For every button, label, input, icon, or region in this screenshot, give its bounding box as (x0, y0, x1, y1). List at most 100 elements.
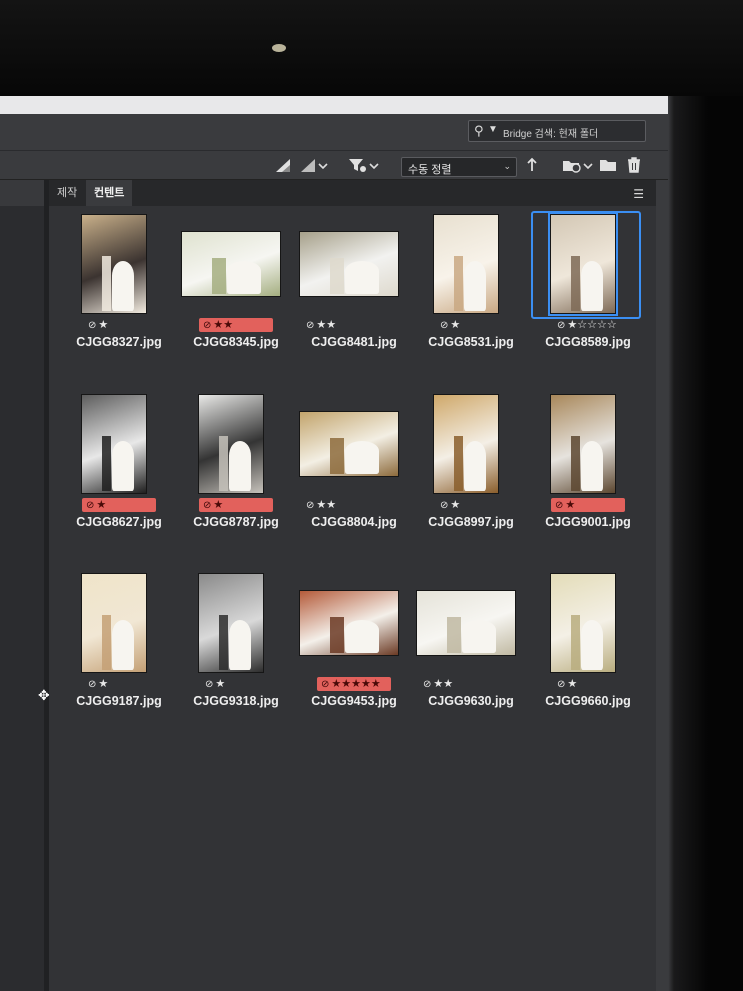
photo-figure (580, 620, 604, 670)
thumbnail-item[interactable]: ⊘ ★★ CJGG8804.jpg (299, 394, 409, 564)
search-input[interactable]: ⚲ ▼ Bridge 검색: 현재 폴더 (468, 120, 646, 142)
star-rating[interactable]: ★ (450, 499, 460, 511)
file-name: CJGG9630.jpg (428, 694, 514, 708)
reject-icon[interactable]: ⊘ (440, 320, 448, 331)
reject-icon[interactable]: ⊘ (203, 320, 211, 331)
reject-icon[interactable]: ⊘ (88, 320, 96, 331)
photo-figure (570, 436, 581, 491)
thumbnail-item[interactable]: ⊘ ★★ CJGG9630.jpg (416, 573, 526, 743)
thumbnail-item[interactable]: ⊘ ★★★★★ CJGG9453.jpg (299, 573, 409, 743)
thumbnail-quality-icon[interactable] (274, 157, 292, 177)
view-options-icon[interactable] (300, 157, 328, 177)
star-rating[interactable]: ★ (567, 678, 577, 690)
thumbnail-image[interactable] (550, 573, 616, 673)
webcam (272, 44, 286, 52)
thumbnail-image[interactable] (81, 573, 147, 673)
star-rating[interactable]: ★★ (213, 319, 233, 331)
star-rating[interactable]: ★ (215, 678, 225, 690)
thumbnail-image[interactable] (299, 590, 399, 656)
chevron-down-icon[interactable]: ▼ (488, 124, 498, 135)
tab-production[interactable]: 제작 (49, 180, 85, 206)
rating-stars[interactable]: ⊘ ★ (82, 498, 156, 512)
rating-stars[interactable]: ⊘ ★★ (306, 498, 336, 512)
sort-select[interactable]: 수동 정렬 ⌄ (401, 157, 517, 177)
search-icon[interactable]: ⚲ (474, 123, 484, 139)
thumbnail-item[interactable]: ⊘ ★★ CJGG8481.jpg (299, 214, 409, 384)
star-rating[interactable]: ★ (565, 499, 575, 511)
thumbnail-item[interactable]: ⊘ ★ CJGG9001.jpg (533, 394, 643, 564)
file-name: CJGG8481.jpg (311, 335, 397, 349)
file-name: CJGG9453.jpg (311, 694, 397, 708)
rating-stars[interactable]: ⊘ ★ (88, 677, 108, 691)
thumbnail-image[interactable] (550, 394, 616, 494)
thumbnail-image[interactable] (198, 394, 264, 494)
scrollbar-track[interactable] (656, 180, 668, 991)
thumbnail-image[interactable] (548, 212, 618, 316)
folder-icon[interactable] (599, 157, 617, 177)
thumbnail-item[interactable]: ⊘ ★ CJGG8627.jpg (64, 394, 174, 564)
thumbnail-image[interactable] (299, 231, 399, 297)
rating-stars[interactable]: ⊘ ★★ (306, 318, 336, 332)
thumbnail-image[interactable] (416, 590, 516, 656)
reject-icon[interactable]: ⊘ (86, 500, 94, 511)
tab-content[interactable]: 컨텐트 (86, 180, 133, 206)
thumbnail-image[interactable] (81, 214, 147, 314)
thumbnail-item[interactable]: ⊘ ★ CJGG8327.jpg (64, 214, 174, 384)
rating-stars[interactable]: ⊘ ★★ (199, 318, 273, 332)
rating-stars[interactable]: ⊘ ★ (551, 498, 625, 512)
photo-figure (463, 261, 487, 311)
star-rating[interactable]: ★ (98, 319, 108, 331)
star-rating[interactable]: ★☆☆☆☆ (567, 319, 616, 331)
open-recent-icon[interactable] (562, 157, 594, 177)
star-rating[interactable]: ★ (213, 499, 223, 511)
title-bar (0, 96, 668, 114)
thumbnail-image[interactable] (198, 573, 264, 673)
rating-stars[interactable]: ⊘ ★ (88, 318, 108, 332)
photo-figure (228, 441, 252, 491)
star-rating[interactable]: ★★ (316, 319, 336, 331)
rating-stars[interactable]: ⊘ ★ (205, 677, 225, 691)
thumbnail-image[interactable] (81, 394, 147, 494)
star-rating[interactable]: ★★ (433, 678, 453, 690)
sort-direction-icon[interactable] (526, 157, 538, 177)
rating-stars[interactable]: ⊘ ★ (557, 677, 577, 691)
rating-stars[interactable]: ⊘ ★☆☆☆☆ (557, 318, 617, 332)
thumbnail-item[interactable]: ⊘ ★ CJGG8531.jpg (416, 214, 526, 384)
rating-stars[interactable]: ⊘ ★ (199, 498, 273, 512)
panel-menu-icon[interactable]: ☰ (633, 187, 644, 201)
reject-icon[interactable]: ⊘ (306, 500, 314, 511)
thumbnail-item[interactable]: ⊘ ★☆☆☆☆ CJGG8589.jpg (531, 211, 643, 384)
thumbnail-image[interactable] (181, 231, 281, 297)
star-rating[interactable]: ★★★★★ (331, 678, 380, 690)
reject-icon[interactable]: ⊘ (557, 679, 565, 690)
thumbnail-item[interactable]: ⊘ ★ CJGG9660.jpg (533, 573, 643, 743)
reject-icon[interactable]: ⊘ (557, 320, 565, 331)
star-rating[interactable]: ★★ (316, 499, 336, 511)
rating-stars[interactable]: ⊘ ★★★★★ (317, 677, 391, 691)
thumbnail-image[interactable] (433, 214, 499, 314)
reject-icon[interactable]: ⊘ (321, 679, 329, 690)
filter-icon[interactable] (348, 157, 380, 177)
star-rating[interactable]: ★ (98, 678, 108, 690)
thumbnail-item[interactable]: ⊘ ★ CJGG9318.jpg (181, 573, 291, 743)
thumbnail-item[interactable]: ⊘ ★★ CJGG8345.jpg (181, 214, 291, 384)
thumbnail-item[interactable]: ⊘ ★ CJGG8997.jpg (416, 394, 526, 564)
reject-icon[interactable]: ⊘ (88, 679, 96, 690)
rating-stars[interactable]: ⊘ ★ (440, 498, 460, 512)
reject-icon[interactable]: ⊘ (423, 679, 431, 690)
reject-icon[interactable]: ⊘ (555, 500, 563, 511)
trash-icon[interactable] (626, 157, 642, 177)
reject-icon[interactable]: ⊘ (203, 500, 211, 511)
rating-stars[interactable]: ⊘ ★ (440, 318, 460, 332)
reject-icon[interactable]: ⊘ (440, 500, 448, 511)
star-rating[interactable]: ★ (450, 319, 460, 331)
thumbnail-image[interactable] (299, 411, 399, 477)
thumbnail-item[interactable]: ⊘ ★ CJGG9187.jpg (64, 573, 174, 743)
thumbnail-image[interactable] (433, 394, 499, 494)
star-rating[interactable]: ★ (96, 499, 106, 511)
reject-icon[interactable]: ⊘ (205, 679, 213, 690)
thumbnail-item[interactable]: ⊘ ★ CJGG8787.jpg (181, 394, 291, 564)
reject-icon[interactable]: ⊘ (306, 320, 314, 331)
rating-stars[interactable]: ⊘ ★★ (423, 677, 453, 691)
photo-figure (330, 616, 344, 653)
